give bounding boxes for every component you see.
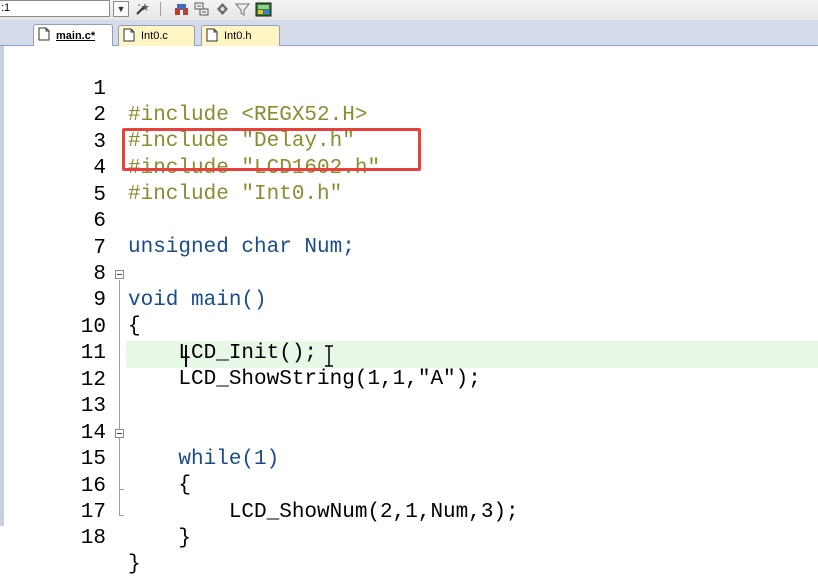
toolbar-separator	[160, 2, 161, 16]
wand-icon[interactable]	[134, 1, 151, 17]
code-line[interactable]: 1 #include <REGX52.H>	[0, 51, 818, 127]
fold-collapse-icon[interactable]	[115, 270, 124, 279]
document-icon	[206, 28, 218, 45]
fold-end-marker	[119, 489, 124, 490]
code-text: }	[128, 527, 192, 550]
fold-end-marker	[119, 515, 124, 516]
code-line[interactable]: 14 while(1)	[0, 395, 818, 471]
translate-icon[interactable]	[193, 1, 210, 17]
target-select[interactable]: :1	[0, 0, 110, 17]
code-line[interactable]: 3 #include "LCD1602.h"	[0, 104, 818, 180]
code-line[interactable]: 2 #include "Delay.h"	[0, 77, 818, 153]
code-text: }	[128, 553, 141, 576]
tab-label: Int0.h	[224, 30, 252, 42]
toolbar: :1 ▼	[0, 0, 818, 20]
manage-icon[interactable]	[255, 1, 272, 17]
code-line[interactable]: 17 }	[0, 474, 818, 550]
document-icon	[123, 28, 135, 45]
annotation-highlight-box	[122, 128, 421, 171]
code-line[interactable]: 6 unsigned char Num;	[0, 183, 818, 259]
fold-guide	[119, 280, 120, 516]
filter-icon[interactable]	[234, 1, 251, 17]
target-select-value: :1	[1, 2, 11, 14]
tab-int0-c[interactable]: Int0.c	[118, 25, 195, 46]
code-line[interactable]: 11 LCD_ShowString(1,1,"A");	[0, 315, 818, 391]
code-line[interactable]: 13	[0, 368, 818, 418]
fold-collapse-icon[interactable]	[115, 429, 124, 438]
document-icon	[38, 27, 50, 44]
build-icon[interactable]	[173, 1, 190, 17]
tab-int0-h[interactable]: Int0.h	[201, 25, 280, 46]
tab-label: main.c*	[56, 29, 96, 42]
code-line[interactable]: 10 LCD_Init();	[0, 289, 818, 365]
code-line[interactable]: 8 void main()	[0, 236, 818, 312]
tab-main-c[interactable]: main.c*	[33, 24, 113, 46]
options-icon[interactable]	[214, 1, 231, 17]
tab-label: Int0.c	[141, 30, 168, 42]
code-line[interactable]: 7	[0, 210, 818, 260]
code-line[interactable]: 18 }	[0, 500, 818, 576]
code-line[interactable]: 16 LCD_ShowNum(2,1,Num,3);	[0, 448, 818, 524]
ibeam-cursor-icon	[325, 345, 333, 367]
code-line[interactable]: 12	[0, 342, 818, 392]
line-number: 18	[80, 527, 106, 550]
dropdown-arrow-icon[interactable]: ▼	[113, 1, 129, 17]
text-caret	[185, 345, 187, 367]
